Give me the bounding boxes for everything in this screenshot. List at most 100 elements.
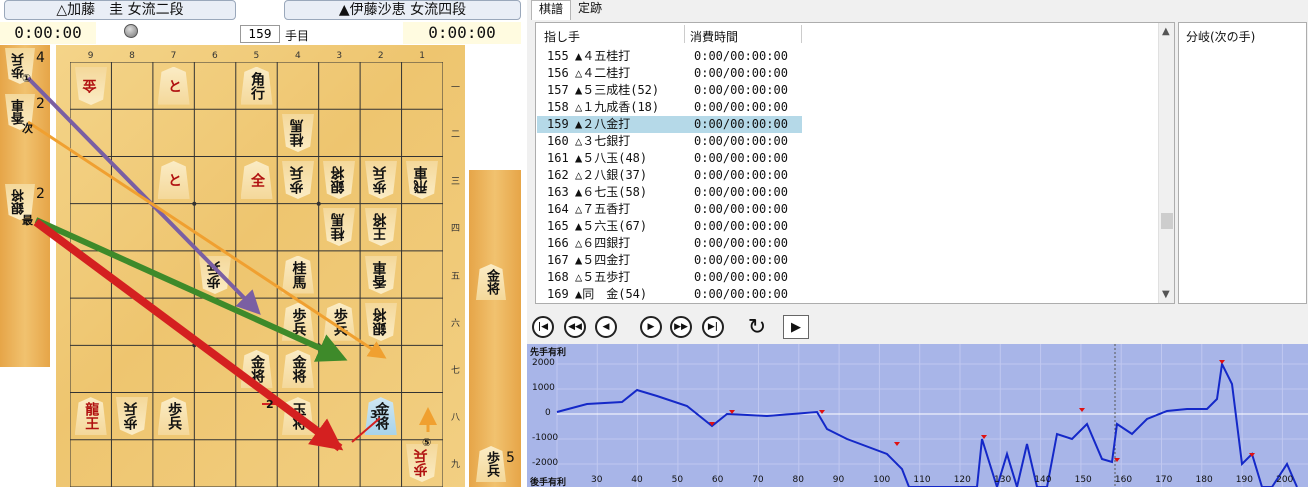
piece-label: と [166, 78, 183, 93]
graph-x-tick: 90 [832, 475, 845, 485]
kifu-row[interactable]: 167 ▲５四金打 0:00/00:00:00 [537, 252, 802, 269]
back-fast-button[interactable]: ◀◀ [564, 316, 586, 338]
graph-x-tick: 200 [1276, 475, 1294, 485]
forward-button[interactable]: ▶ [640, 316, 662, 338]
kifu-row[interactable]: 163 ▲６七玉(58) 0:00/00:00:00 [537, 184, 802, 201]
kifu-cell-t: 0:00/00:00:00 [694, 151, 788, 165]
piece-label: 王将 [372, 213, 389, 242]
board-piece[interactable]: 龍王 [74, 397, 107, 436]
arrow-tag: 次 [22, 122, 33, 135]
branch-list[interactable]: 分岐(次の手) [1178, 22, 1307, 304]
back-button[interactable]: ◀ [595, 316, 617, 338]
board-piece[interactable]: 桂馬 [323, 208, 355, 246]
board-piece[interactable]: 角行 [240, 66, 273, 105]
scroll-up-icon[interactable]: ▲ [1162, 26, 1170, 37]
board-piece[interactable]: 金将 [281, 349, 314, 388]
graph-y-tick: -2000 [532, 458, 559, 468]
board-piece[interactable]: 王将 [365, 208, 397, 246]
sente-hand-piece[interactable]: 金将 [476, 264, 506, 300]
board-piece[interactable]: 歩兵 [323, 302, 356, 341]
piece-label: 金 [82, 78, 99, 93]
kifu-row[interactable]: 162 △２八銀(37) 0:00/00:00:00 [537, 167, 802, 184]
board-piece[interactable]: 銀将 [365, 303, 397, 341]
navigation-bar: |◀ ◀◀ ◀ ▶ ▶▶ ▶| ↻ ▶ [527, 306, 1308, 344]
sente-clock: 0:00:00 [403, 22, 521, 44]
piece-label: 金将 [249, 354, 265, 383]
branch-title: 分岐(次の手) [1186, 30, 1256, 44]
evaluation-graph[interactable]: 先手有利 後手有利 2000 1000 0 -1000 -2000 30 40 50 60 70… [527, 344, 1308, 487]
tab-joseki[interactable]: 定跡 [571, 0, 609, 20]
graph-x-tick: 140 [1034, 475, 1052, 485]
forward-fast-button[interactable]: ▶▶ [670, 316, 692, 338]
kifu-cell-n: 165 [547, 219, 569, 233]
scroll-thumb[interactable] [1161, 213, 1173, 229]
move-number-input[interactable]: 159 [240, 25, 280, 43]
board-piece[interactable]: 歩兵 [199, 256, 231, 294]
kifu-row[interactable]: 161 ▲５八玉(48) 0:00/00:00:00 [537, 150, 802, 167]
board-piece[interactable]: 歩兵 [116, 397, 148, 435]
gote-clock: 0:00:00 [0, 22, 96, 44]
board-piece[interactable]: 歩兵 [365, 161, 397, 199]
board-piece[interactable]: 桂馬 [282, 114, 314, 152]
board-piece[interactable]: 香車 [365, 256, 397, 294]
shogi-board[interactable]: 987654321 一二三四五六七八九 金と角行 桂馬 飛車 歩兵 銀将 歩兵全と桂馬 王将… [56, 45, 465, 487]
kifu-cell-t: 0:00/00:00:00 [694, 49, 788, 63]
rank-label: 一 [451, 82, 461, 93]
rank-label: 九 [451, 460, 461, 471]
board-piece[interactable]: 玉将 [281, 397, 314, 436]
board-piece[interactable]: 歩兵 [406, 444, 438, 482]
kifu-row[interactable]: 169 ▲同 金(54) 0:00/00:00:00 [537, 286, 802, 303]
last-move-button[interactable]: ▶| [702, 316, 724, 338]
kifu-row[interactable]: 155 ▲４五桂打 0:00/00:00:00 [537, 48, 802, 65]
kifu-cell-m: △４二桂打 [575, 66, 631, 80]
kifu-row[interactable]: 159 ▲２八金打 0:00/00:00:00 [537, 116, 802, 133]
kifu-row[interactable]: 160 △３七銀打 0:00/00:00:00 [537, 133, 802, 150]
kifu-cell-n: 161 [547, 151, 569, 165]
board-piece[interactable]: と [157, 161, 190, 200]
rank-label: 四 [451, 224, 461, 235]
board-piece[interactable]: 金 [75, 67, 107, 105]
kifu-row[interactable]: 157 ▲５三成桂(52) 0:00/00:00:00 [537, 82, 802, 99]
board-piece[interactable]: と [157, 66, 190, 105]
board-piece[interactable]: 歩兵 [282, 161, 314, 199]
sente-hand-piece[interactable]: 歩兵 [476, 446, 506, 482]
arrow-tag: 3 [370, 408, 378, 421]
piece-label: 歩兵 [206, 260, 223, 289]
kifu-row[interactable]: 164 △７五香打 0:00/00:00:00 [537, 201, 802, 218]
kifu-cell-m: △７五香打 [575, 202, 631, 216]
piece-label: 飛車 [413, 166, 430, 195]
board-piece[interactable]: 桂馬 [281, 255, 314, 294]
board-piece[interactable]: 全 [240, 161, 273, 200]
flip-board-button[interactable]: ↻ [744, 315, 770, 340]
board-piece[interactable]: 銀将 [323, 161, 355, 199]
kifu-scrollbar[interactable]: ▲ ▼ [1158, 23, 1174, 303]
kifu-header-move[interactable]: 指し手 [544, 28, 580, 45]
piece-label: 歩兵 [372, 166, 389, 195]
scroll-down-icon[interactable]: ▼ [1162, 289, 1170, 300]
arrow-tag: ⑤ [422, 436, 432, 449]
kifu-row[interactable]: 158 △１九成香(18) 0:00/00:00:00 [537, 99, 802, 116]
first-move-button[interactable]: |◀ [532, 316, 554, 338]
kifu-list[interactable]: 指し手 消費時間 155 ▲４五桂打 0:00/00:00:00 156 △４二桂打 0:… [535, 22, 1175, 304]
tab-kifu[interactable]: 棋譜 [531, 0, 572, 20]
board-piece[interactable]: 歩兵 [281, 302, 314, 341]
kifu-row[interactable]: 165 ▲５六玉(67) 0:00/00:00:00 [537, 218, 802, 235]
kifu-row[interactable]: 156 △４二桂打 0:00/00:00:00 [537, 65, 802, 82]
kifu-cell-m: △３七銀打 [575, 134, 631, 148]
board-piece[interactable]: 金将 [240, 349, 273, 388]
gote-player-name: △加藤 圭 女流二段 [4, 0, 236, 20]
kifu-row[interactable]: 166 △６四銀打 0:00/00:00:00 [537, 235, 802, 252]
piece-label: 桂馬 [289, 118, 306, 147]
kifu-row[interactable]: 168 △５五歩打 0:00/00:00:00 [537, 269, 802, 286]
kifu-cell-n: 168 [547, 270, 569, 284]
kifu-cell-m: ▲５四金打 [575, 253, 631, 267]
piece-label: 桂馬 [330, 213, 347, 242]
board-piece[interactable]: 飛車 [406, 161, 438, 199]
graph-x-tick: 120 [953, 475, 971, 485]
file-label: 7 [170, 51, 177, 61]
kifu-header-time[interactable]: 消費時間 [690, 28, 738, 45]
piece-label: 桂馬 [290, 260, 307, 289]
play-button[interactable]: ▶ [783, 315, 809, 339]
board-piece[interactable]: 歩兵 [157, 397, 190, 436]
kifu-cell-t: 0:00/00:00:00 [694, 185, 788, 199]
